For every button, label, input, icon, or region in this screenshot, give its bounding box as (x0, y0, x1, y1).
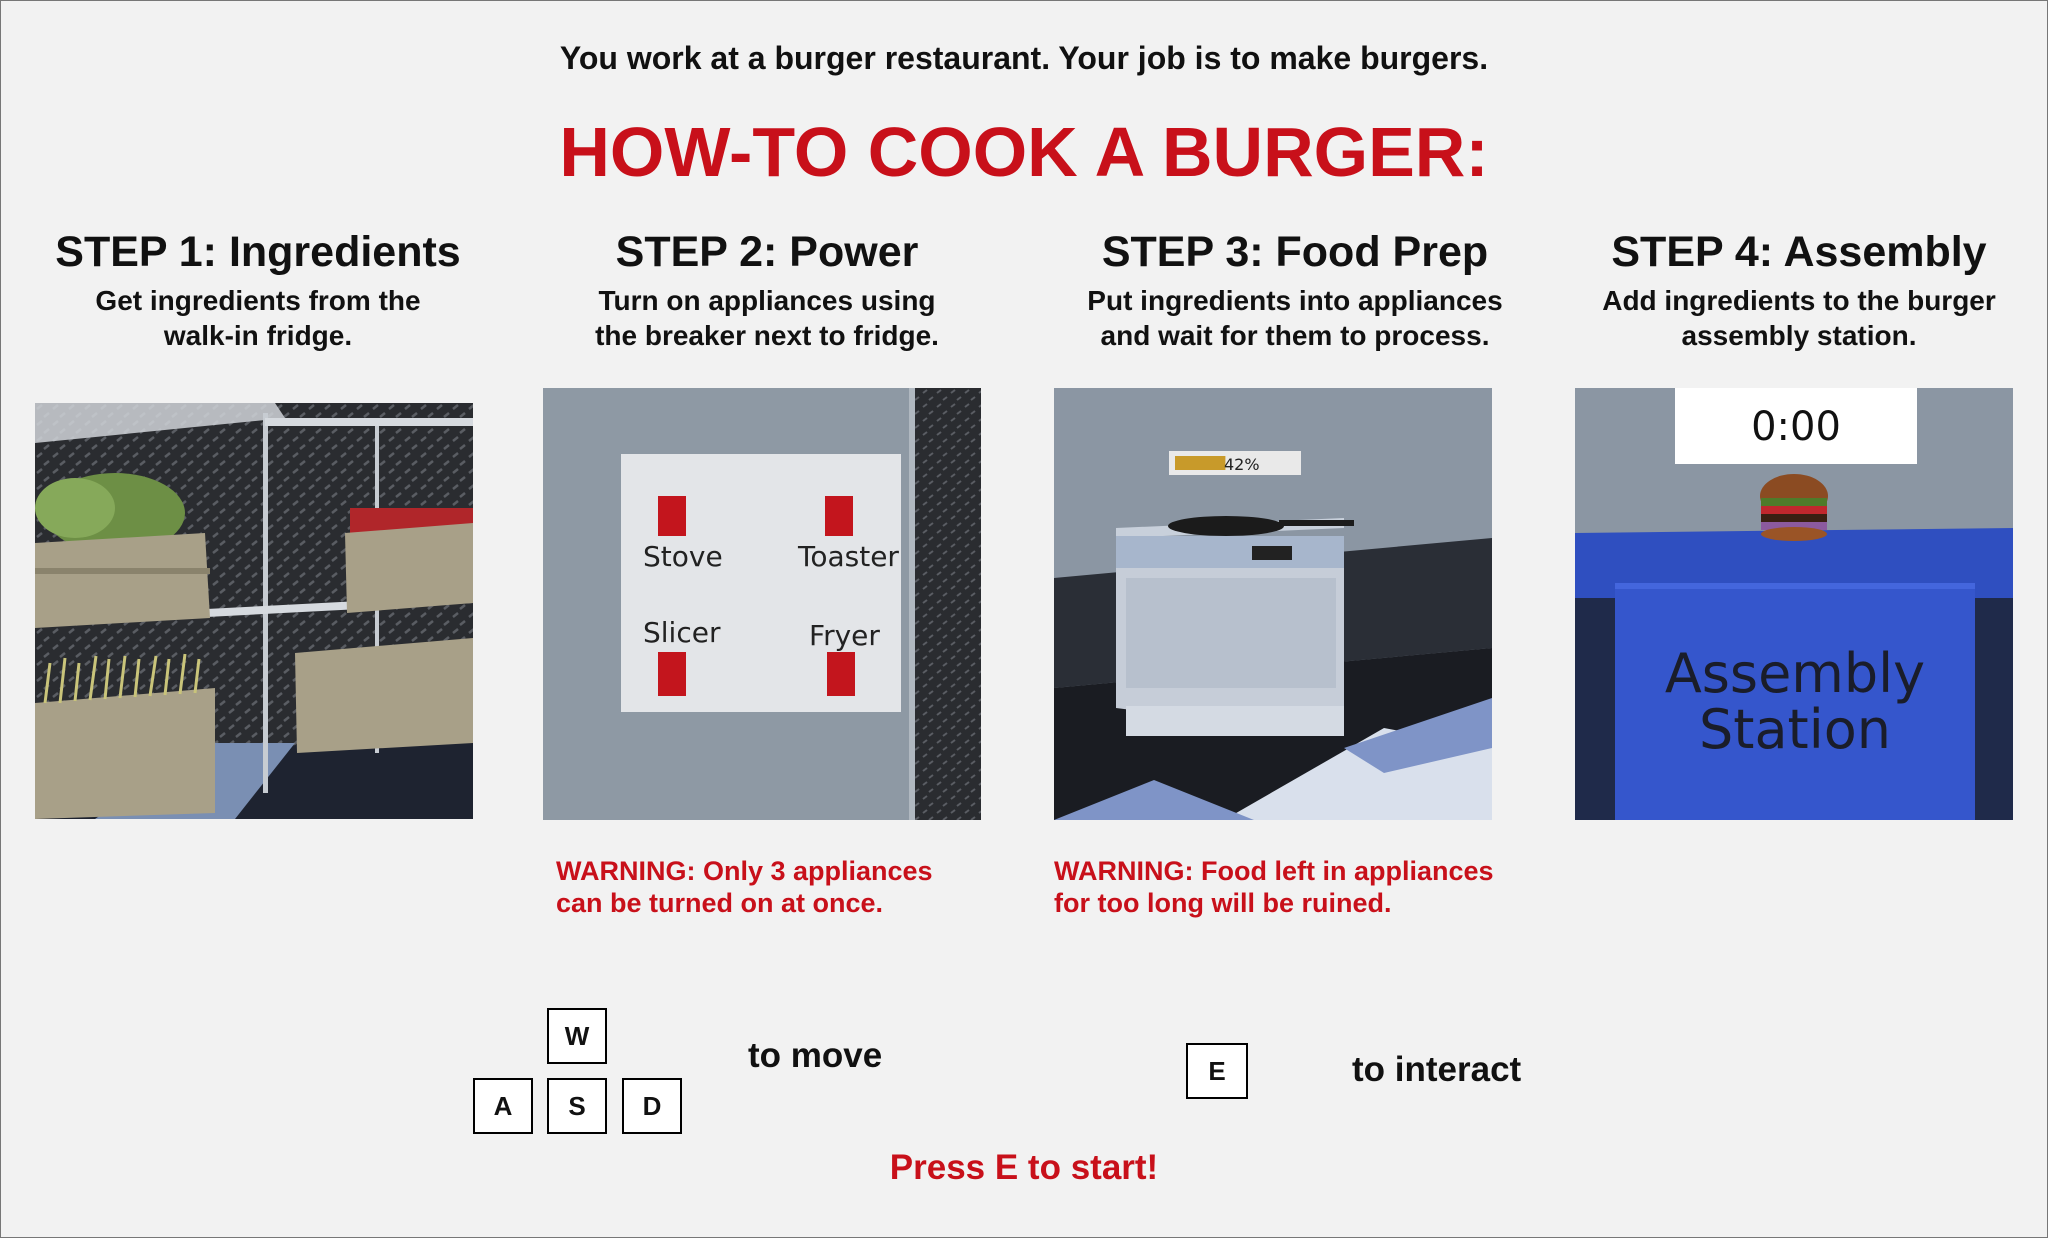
step-1: STEP 1: Ingredients Get ingredients from… (8, 225, 508, 353)
stove-breaker-label: Stove (643, 540, 723, 573)
step-4-desc-line1: Add ingredients to the burger (1602, 285, 1996, 316)
food-warning-line1: WARNING: Food left in appliances (1054, 856, 1494, 886)
intro-text: You work at a burger restaurant. Your jo… (559, 40, 1489, 76)
w-key: W (547, 1008, 607, 1064)
step-2: STEP 2: Power Turn on appliances using th… (517, 225, 1017, 353)
step-1-desc-line1: Get ingredients from the (95, 285, 421, 316)
a-key: A (473, 1078, 533, 1134)
breaker-warning-line1: WARNING: Only 3 appliances (556, 856, 933, 886)
step-2-title: STEP 2: Power (615, 228, 919, 276)
interact-hint: to interact (1352, 1050, 1522, 1089)
breaker-warning-line2: can be turned on at once. (556, 888, 884, 918)
step-4-desc-line2: assembly station. (1681, 320, 1917, 351)
assembly-station-label-line1: Assembly (1664, 642, 1926, 705)
step-4-title: STEP 4: Assembly (1611, 228, 1987, 276)
slicer-breaker-label: Slicer (643, 616, 721, 649)
round-timer: 0:00 (1751, 404, 1841, 450)
step-3: STEP 3: Food Prep Put ingredients into a… (1045, 225, 1545, 353)
step-1-title: STEP 1: Ingredients (55, 228, 461, 276)
step-2-desc-line1: Turn on appliances using (598, 285, 936, 316)
step-4: STEP 4: Assembly Add ingredients to the … (1549, 225, 2048, 353)
page-title: HOW-TO COOK A BURGER: (559, 113, 1489, 191)
toaster-breaker-label: Toaster (798, 540, 899, 573)
fridge-scene-image (35, 403, 473, 819)
assembly-station-label: Assembly Station (1605, 646, 1985, 758)
start-prompt[interactable]: Press E to start! (0, 1148, 2048, 1188)
s-key: S (547, 1078, 607, 1134)
step-1-desc-line2: walk-in fridge. (163, 320, 353, 351)
step-2-desc-line2: the breaker next to fridge. (595, 320, 939, 351)
assembly-station-label-line2: Station (1699, 698, 1891, 761)
cooking-progress-label: 42% (1224, 455, 1260, 474)
move-hint: to move (748, 1036, 883, 1075)
breaker-warning: WARNING: Only 3 appliances can be turned… (556, 855, 976, 919)
breaker-scene-image: Stove Toaster Slicer Fryer (543, 388, 981, 820)
assembly-scene-image: 0:00 Assembly Station (1575, 388, 2013, 820)
stove-scene-image: 42% (1054, 388, 1492, 820)
cooking-progress-fill (1175, 456, 1226, 470)
e-key: E (1186, 1043, 1248, 1099)
step-3-title: STEP 3: Food Prep (1101, 228, 1489, 276)
step-3-desc-line2: and wait for them to process. (1100, 320, 1490, 351)
food-warning-line2: for too long will be ruined. (1054, 888, 1392, 918)
fryer-breaker-label: Fryer (809, 619, 880, 652)
d-key: D (622, 1078, 682, 1134)
step-3-desc-line1: Put ingredients into appliances (1087, 285, 1503, 316)
food-warning: WARNING: Food left in appliances for too… (1054, 855, 1514, 919)
